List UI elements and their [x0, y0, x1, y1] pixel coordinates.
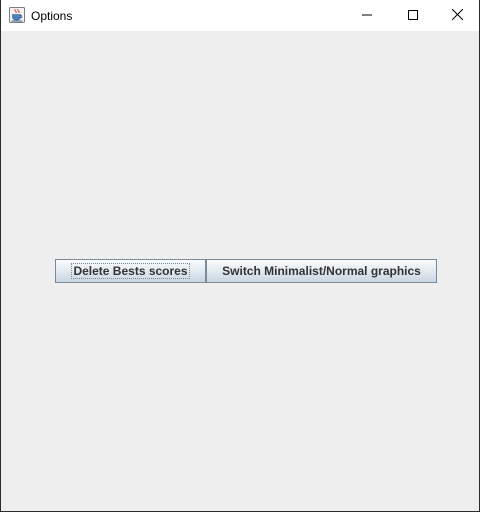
minimize-button[interactable]	[344, 0, 390, 31]
maximize-button[interactable]	[390, 0, 436, 31]
options-window: Options Delete Bests scores Switch Minim…	[0, 0, 480, 512]
maximize-icon	[408, 7, 418, 25]
minimize-icon	[362, 7, 372, 25]
switch-graphics-label: Switch Minimalist/Normal graphics	[222, 264, 421, 278]
close-icon	[451, 7, 463, 25]
delete-bests-scores-label: Delete Bests scores	[71, 263, 190, 279]
window-title: Options	[31, 9, 73, 23]
java-coffee-cup-icon	[9, 7, 25, 23]
switch-graphics-button[interactable]: Switch Minimalist/Normal graphics	[206, 259, 437, 283]
options-content-panel: Delete Bests scores Switch Minimalist/No…	[1, 31, 479, 511]
title-bar[interactable]: Options	[1, 0, 479, 31]
close-button[interactable]	[434, 0, 480, 31]
delete-bests-scores-button[interactable]: Delete Bests scores	[55, 259, 206, 283]
